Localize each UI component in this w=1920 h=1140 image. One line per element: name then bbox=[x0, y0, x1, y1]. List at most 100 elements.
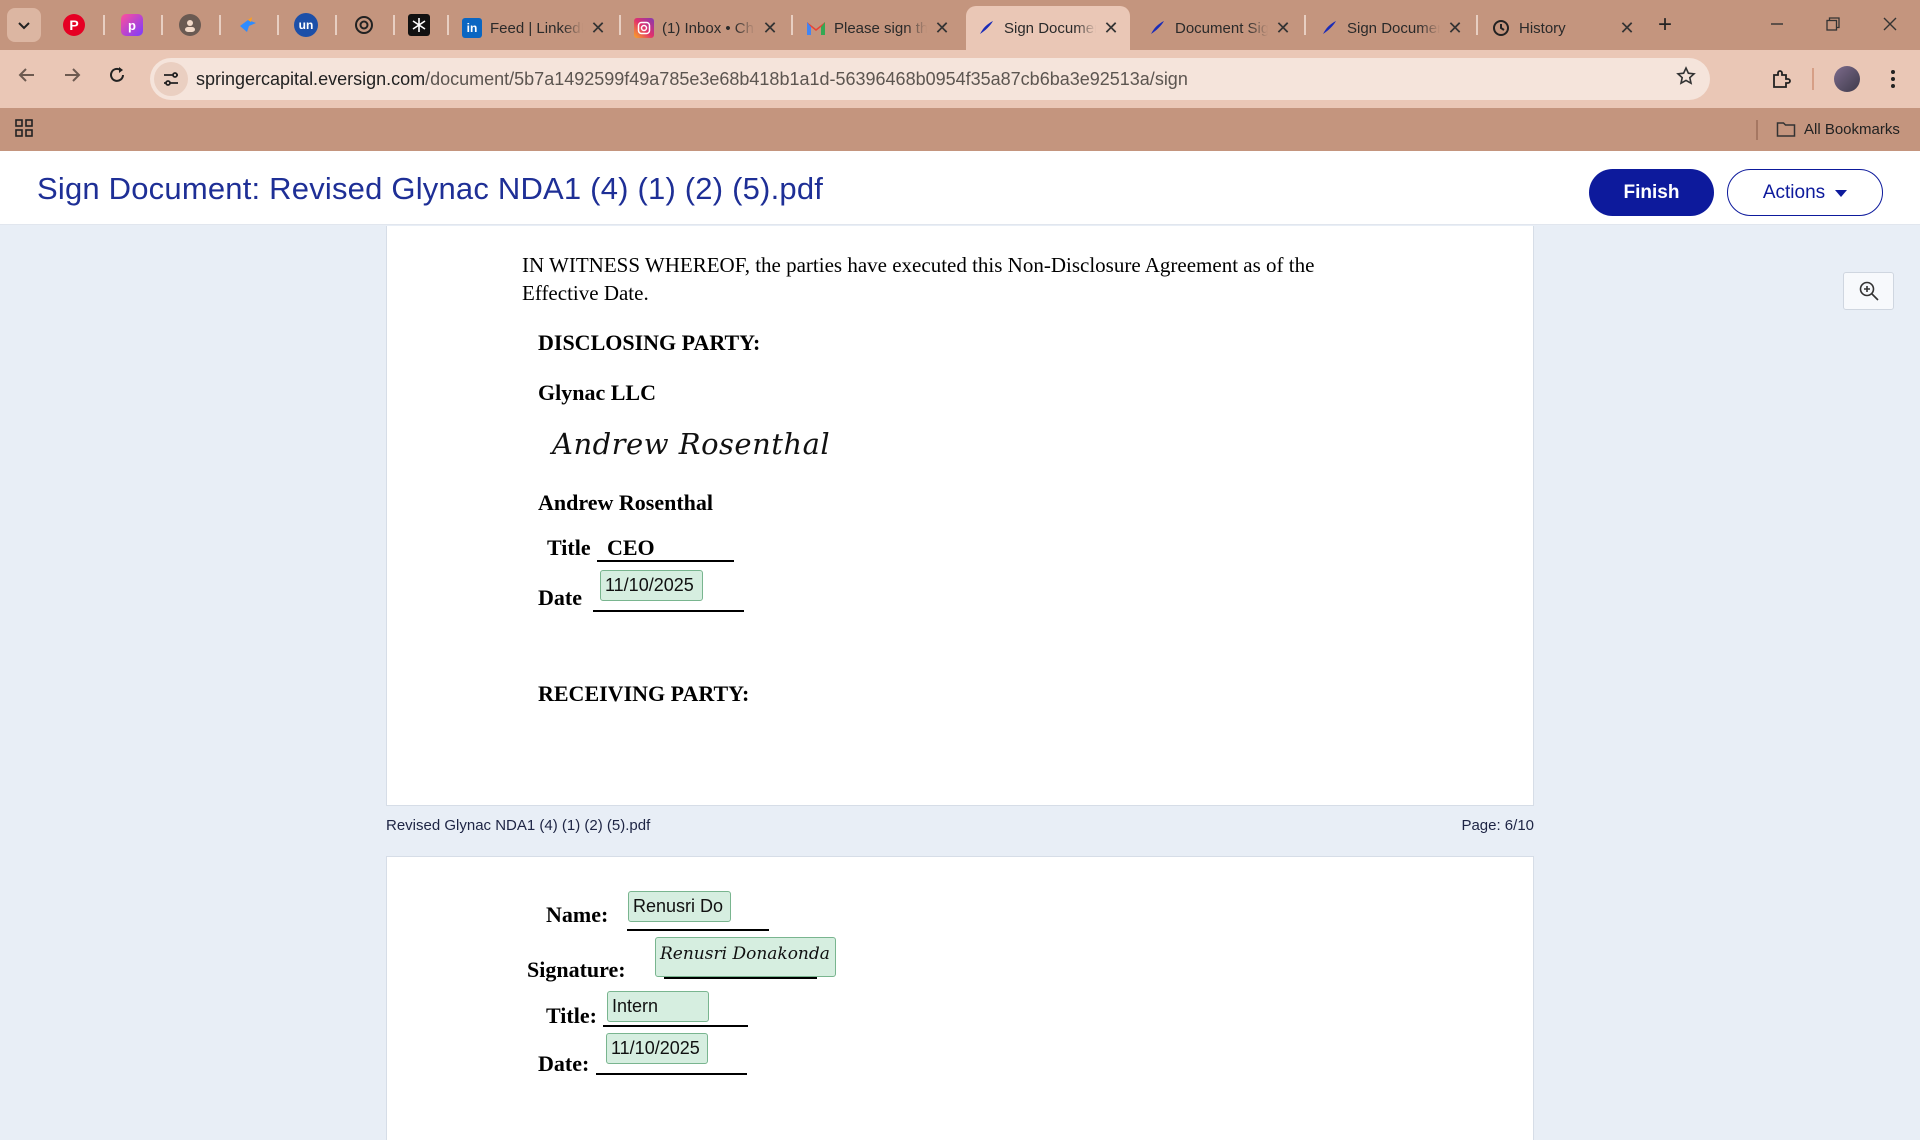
all-bookmarks-button[interactable]: All Bookmarks bbox=[1776, 120, 1900, 138]
browser-tab-strip: P p un in Feed | LinkedIn ✕ (1) Inbox • bbox=[0, 0, 1920, 50]
page-title: Sign Document: Revised Glynac NDA1 (4) (… bbox=[37, 171, 824, 206]
tab-title: (1) Inbox • Chats bbox=[662, 19, 755, 37]
tune-icon bbox=[164, 72, 178, 86]
document-page: Name: Renusri Do Signature: Renusri Dona… bbox=[386, 856, 1534, 1140]
signature-label: Signature: bbox=[527, 957, 626, 982]
eversign-icon bbox=[1319, 18, 1339, 38]
back-button[interactable] bbox=[12, 64, 42, 94]
avatar-icon bbox=[1834, 66, 1860, 92]
document-page: IN WITNESS WHEREOF, the parties have exe… bbox=[386, 226, 1534, 806]
disclosing-title-value: CEO bbox=[607, 535, 655, 560]
receiving-date-label: Date: bbox=[538, 1051, 590, 1076]
finish-button[interactable]: Finish bbox=[1589, 169, 1714, 216]
tab-sign-document-active[interactable]: Sign Document ✕ bbox=[966, 6, 1130, 50]
all-bookmarks-label: All Bookmarks bbox=[1804, 120, 1900, 138]
pinned-tab-unstop[interactable]: un bbox=[290, 9, 322, 41]
gmail-icon bbox=[806, 18, 826, 38]
forward-button[interactable] bbox=[57, 64, 87, 94]
close-icon[interactable]: ✕ bbox=[1446, 18, 1464, 39]
tab-title: Sign Document bbox=[1004, 19, 1096, 37]
reload-button[interactable] bbox=[102, 64, 132, 94]
picsart-icon: p bbox=[121, 14, 143, 36]
receiving-signature-field[interactable]: Renusri Donakonda bbox=[655, 937, 836, 977]
page-indicator: Page: 6/10 bbox=[1461, 817, 1534, 834]
document-viewer[interactable]: IN WITNESS WHEREOF, the parties have exe… bbox=[0, 226, 1920, 1140]
caret-down-icon bbox=[1835, 190, 1848, 197]
title-label: Title bbox=[547, 535, 591, 560]
receiving-signature: Renusri Donakonda bbox=[660, 944, 830, 964]
url-text[interactable]: springercapital.eversign.com/document/5b… bbox=[196, 69, 1188, 90]
actions-label: Actions bbox=[1762, 181, 1826, 203]
reload-icon bbox=[110, 67, 124, 82]
pinned-tab-picsart[interactable]: p bbox=[116, 9, 148, 41]
extensions-button[interactable] bbox=[1766, 64, 1796, 94]
person-icon bbox=[179, 14, 201, 36]
document-file-name: Revised Glynac NDA1 (4) (1) (2) (5).pdf bbox=[386, 817, 651, 834]
actions-dropdown-button[interactable]: Actions bbox=[1727, 169, 1883, 216]
minimize-button[interactable] bbox=[1757, 10, 1797, 40]
pinned-tab-pinterest[interactable]: P bbox=[58, 9, 90, 41]
url-path: /document/5b7a1492599f49a785e3e68b418b1a… bbox=[425, 68, 1188, 89]
date-label: Date bbox=[538, 585, 582, 610]
eversign-icon bbox=[976, 18, 996, 38]
pinned-tab-avatar[interactable] bbox=[174, 9, 206, 41]
receiving-title-label: Title: bbox=[546, 1003, 597, 1028]
tab-sign-document[interactable]: Sign Document ✕ bbox=[1309, 6, 1474, 50]
close-icon[interactable]: ✕ bbox=[589, 18, 607, 39]
close-icon[interactable]: ✕ bbox=[1618, 18, 1636, 39]
url-host: springercapital.eversign.com bbox=[196, 68, 426, 89]
apps-grid-icon bbox=[15, 119, 33, 137]
close-icon[interactable]: ✕ bbox=[1274, 18, 1292, 39]
close-icon bbox=[1883, 17, 1897, 31]
tab-search-button[interactable] bbox=[7, 8, 41, 42]
pinned-tab-perplexity[interactable] bbox=[403, 9, 435, 41]
close-icon[interactable]: ✕ bbox=[761, 18, 779, 39]
pinterest-icon: P bbox=[63, 14, 85, 36]
eversign-icon bbox=[1147, 18, 1167, 38]
zoom-in-button[interactable] bbox=[1843, 272, 1894, 310]
witness-clause-line-1: IN WITNESS WHEREOF, the parties have exe… bbox=[522, 253, 1315, 277]
tab-title: Document Signed bbox=[1175, 19, 1268, 37]
tab-title: Sign Document bbox=[1347, 19, 1440, 37]
puzzle-icon bbox=[1773, 70, 1791, 88]
tab-document-signed[interactable]: Document Signed ✕ bbox=[1137, 6, 1302, 50]
unstop-icon: un bbox=[294, 13, 318, 37]
folder-icon bbox=[1776, 122, 1796, 137]
close-window-button[interactable] bbox=[1870, 10, 1910, 40]
close-icon[interactable]: ✕ bbox=[1102, 18, 1120, 39]
disclosing-company: Glynac LLC bbox=[538, 380, 656, 405]
receiving-name-field[interactable]: Renusri Do bbox=[628, 891, 731, 922]
apps-button[interactable] bbox=[14, 118, 34, 143]
bookmark-star-icon[interactable] bbox=[1676, 66, 1696, 92]
profile-avatar[interactable] bbox=[1832, 64, 1862, 94]
pinned-tab-chatgpt[interactable] bbox=[348, 9, 380, 41]
tab-linkedin[interactable]: in Feed | LinkedIn ✕ bbox=[452, 6, 617, 50]
disclosing-signature: Andrew Rosenthal bbox=[552, 427, 831, 461]
chevron-down-icon bbox=[18, 22, 30, 30]
minimize-icon bbox=[1771, 23, 1783, 25]
bookmarks-bar: All Bookmarks bbox=[0, 108, 1920, 151]
instagram-icon bbox=[634, 18, 654, 38]
disclosing-signer-name: Andrew Rosenthal bbox=[538, 490, 714, 515]
pinned-tab-bird[interactable] bbox=[232, 9, 264, 41]
perplexity-icon bbox=[408, 14, 430, 36]
tab-history[interactable]: History ✕ bbox=[1481, 6, 1646, 50]
browser-toolbar: springercapital.eversign.com/document/5b… bbox=[0, 50, 1920, 108]
site-info-button[interactable] bbox=[154, 62, 188, 96]
tab-title: History bbox=[1519, 19, 1566, 37]
restore-button[interactable] bbox=[1813, 10, 1853, 40]
receiving-title-field[interactable]: Intern bbox=[607, 991, 709, 1022]
close-icon[interactable]: ✕ bbox=[933, 18, 951, 39]
disclosing-party-heading: DISCLOSING PARTY: bbox=[538, 330, 761, 355]
tab-instagram[interactable]: (1) Inbox • Chats ✕ bbox=[624, 6, 789, 50]
witness-clause-line-2: Effective Date. bbox=[522, 281, 649, 305]
linkedin-icon: in bbox=[462, 18, 482, 38]
arrow-right-icon bbox=[65, 68, 81, 82]
tab-title: Please sign the document bbox=[834, 19, 927, 37]
browser-menu-button[interactable] bbox=[1878, 64, 1908, 94]
address-bar[interactable]: springercapital.eversign.com/document/5b… bbox=[150, 58, 1710, 100]
tab-gmail[interactable]: Please sign the document ✕ bbox=[796, 6, 961, 50]
receiving-date-field[interactable]: 11/10/2025 bbox=[606, 1033, 708, 1064]
disclosing-date-field[interactable]: 11/10/2025 bbox=[600, 570, 703, 601]
new-tab-button[interactable]: + bbox=[1650, 10, 1680, 40]
